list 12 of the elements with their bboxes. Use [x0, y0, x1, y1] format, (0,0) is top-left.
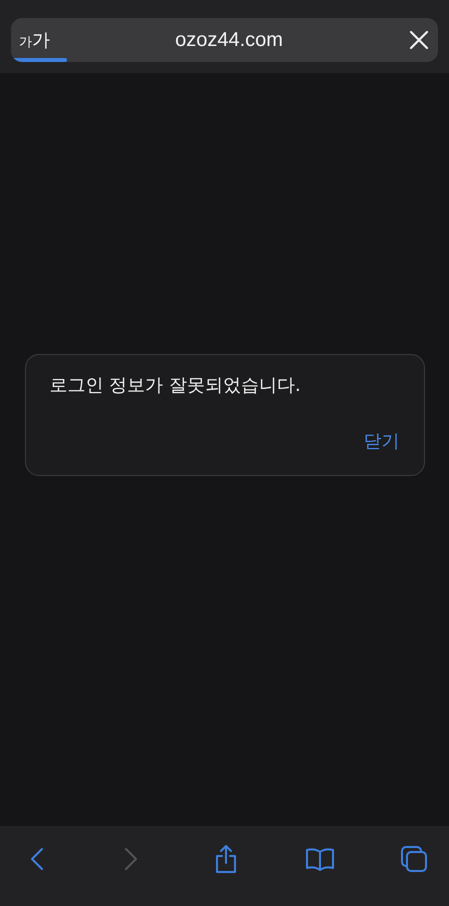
text-size-button[interactable]: 가가	[19, 28, 50, 52]
alert-message: 로그인 정보가 잘못되었습니다.	[50, 374, 302, 396]
back-icon	[30, 847, 44, 871]
book-icon	[304, 847, 335, 871]
close-dialog-button[interactable]: 닫기	[364, 428, 400, 452]
share-icon	[214, 844, 238, 874]
close-button[interactable]	[408, 29, 430, 51]
address-bar[interactable]: 가가 ozoz44.com	[11, 18, 438, 62]
tabs-button[interactable]	[399, 844, 429, 874]
tabs-icon	[400, 845, 428, 873]
url-text: ozoz44.com	[174, 28, 284, 52]
forward-icon	[124, 847, 138, 871]
